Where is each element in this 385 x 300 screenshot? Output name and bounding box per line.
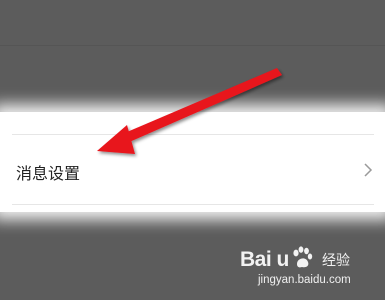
jingyan-brand-text: 经验: [322, 253, 350, 269]
watermark-url: jingyan.baidu.com: [258, 274, 351, 286]
baidu-logo-text: Bai u: [240, 248, 289, 271]
baidu-paw-icon: [293, 246, 313, 268]
